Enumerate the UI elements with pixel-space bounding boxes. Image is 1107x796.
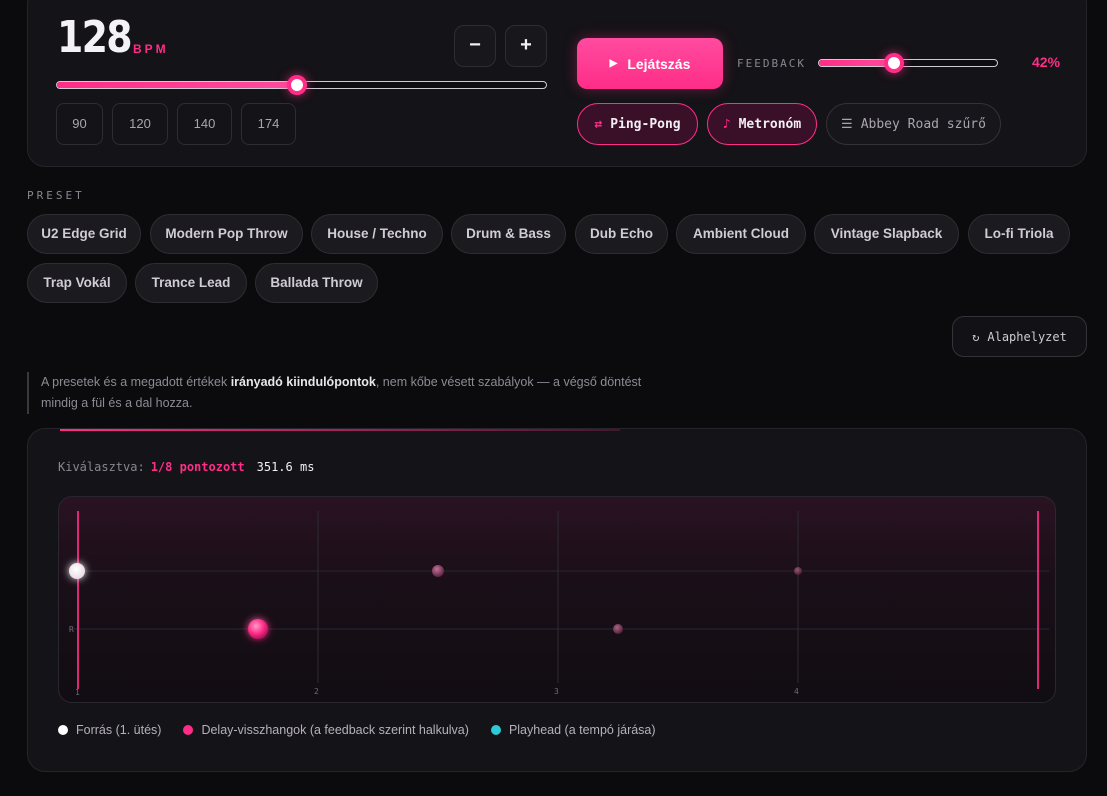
disclaimer-note: A presetek és a megadott értékek irányad… [27, 372, 647, 414]
bpm-value: 128 [57, 12, 133, 63]
play-button[interactable]: ▶ Lejátszás [577, 38, 723, 89]
playhead-dot-icon [490, 725, 501, 735]
bpm-increase-button[interactable]: + [505, 25, 547, 67]
reset-button[interactable]: ↻ Alaphelyzet [952, 316, 1087, 357]
abbey-road-filter-label: Abbey Road szűrő [860, 116, 986, 132]
abbey-road-filter-toggle[interactable]: ☰ Abbey Road szűrő [826, 103, 1001, 145]
selection-readout: Kiválasztva: 1/8 pontozott 351.6 ms [58, 460, 314, 474]
selected-division: 1/8 pontozott [150, 460, 245, 474]
bpm-preset-140[interactable]: 140 [177, 103, 232, 145]
selected-delay-ms: 351.6 ms [256, 460, 315, 474]
feedback-slider-thumb[interactable] [884, 53, 904, 73]
preset-chip[interactable]: Dub Echo [575, 214, 668, 254]
preset-section-label: PRESET [27, 189, 85, 202]
delay-echo-dot [794, 567, 802, 575]
source-dot-icon [58, 725, 68, 735]
selected-label: Kiválasztva: [58, 460, 145, 474]
panel-accent-line [60, 429, 620, 431]
feedback-value: 42% [1032, 54, 1061, 70]
refresh-icon: ↻ [972, 329, 980, 344]
preset-chip[interactable]: Trap Vokál [27, 263, 127, 303]
metronome-label: Metronóm [738, 116, 802, 132]
bpm-unit: BPM [133, 42, 169, 56]
visualizer-legend: Forrás (1. ütés) Delay-visszhangok (a fe… [58, 723, 656, 737]
bpm-slider-thumb[interactable] [287, 75, 307, 95]
ping-pong-toggle[interactable]: ⇄ Ping-Pong [577, 103, 698, 145]
echo-timeline: 1 2 3 4 R [58, 496, 1056, 703]
legend-label: Playhead (a tempó járása) [508, 723, 656, 737]
delay-dot-icon [183, 725, 194, 735]
preset-chip[interactable]: Lo-fi Triola [968, 214, 1070, 254]
delay-echo-dot [248, 619, 268, 639]
reset-button-label: Alaphelyzet [987, 329, 1067, 344]
beat-label: 4 [794, 687, 799, 696]
legend-label: Forrás (1. ütés) [76, 723, 162, 737]
preset-chip[interactable]: Drum & Bass [451, 214, 566, 254]
bpm-preset-90[interactable]: 90 [56, 103, 103, 145]
bpm-preset-174[interactable]: 174 [241, 103, 296, 145]
delay-echo-dot [613, 624, 623, 634]
legend-item-source: Forrás (1. ütés) [58, 723, 161, 737]
swap-arrows-icon: ⇄ [594, 116, 603, 132]
legend-item-playhead: Playhead (a tempó járása) [490, 723, 656, 737]
legend-item-delay: Delay-visszhangok (a feedback szerint ha… [183, 723, 469, 737]
legend-label: Delay-visszhangok (a feedback szerint ha… [201, 723, 469, 737]
beat-label: 1 [75, 688, 80, 697]
bpm-decrease-button[interactable]: − [454, 25, 496, 67]
metronome-toggle[interactable]: ♪ Metronóm [707, 103, 817, 145]
play-button-label: Lejátszás [627, 55, 691, 72]
beat-label: 3 [554, 687, 559, 696]
right-lane-label: R [69, 625, 74, 634]
preset-chip[interactable]: Ballada Throw [255, 263, 378, 303]
note-bold: irányadó kiindulópontok [230, 375, 376, 389]
note-text: A presetek és a megadott értékek [41, 375, 231, 389]
list-icon: ☰ [841, 116, 853, 132]
preset-chip[interactable]: Vintage Slapback [814, 214, 959, 254]
preset-chip[interactable]: Trance Lead [135, 263, 247, 303]
music-note-icon: ♪ [722, 116, 731, 132]
feedback-slider[interactable] [818, 59, 998, 67]
delay-echo-dot [432, 565, 444, 577]
feedback-label: FEEDBACK [737, 57, 806, 70]
bpm-slider-fill [57, 82, 298, 88]
play-icon: ▶ [609, 58, 618, 69]
timeline-canvas: 1 2 3 4 R [69, 511, 1049, 697]
preset-chip[interactable]: U2 Edge Grid [27, 214, 141, 254]
preset-chip[interactable]: Ambient Cloud [676, 214, 806, 254]
ping-pong-label: Ping-Pong [610, 116, 681, 132]
bpm-preset-120[interactable]: 120 [112, 103, 168, 145]
preset-chip[interactable]: Modern Pop Throw [150, 214, 303, 254]
source-hit-dot [69, 563, 85, 579]
preset-chip[interactable]: House / Techno [311, 214, 443, 254]
beat-label: 2 [314, 687, 319, 696]
